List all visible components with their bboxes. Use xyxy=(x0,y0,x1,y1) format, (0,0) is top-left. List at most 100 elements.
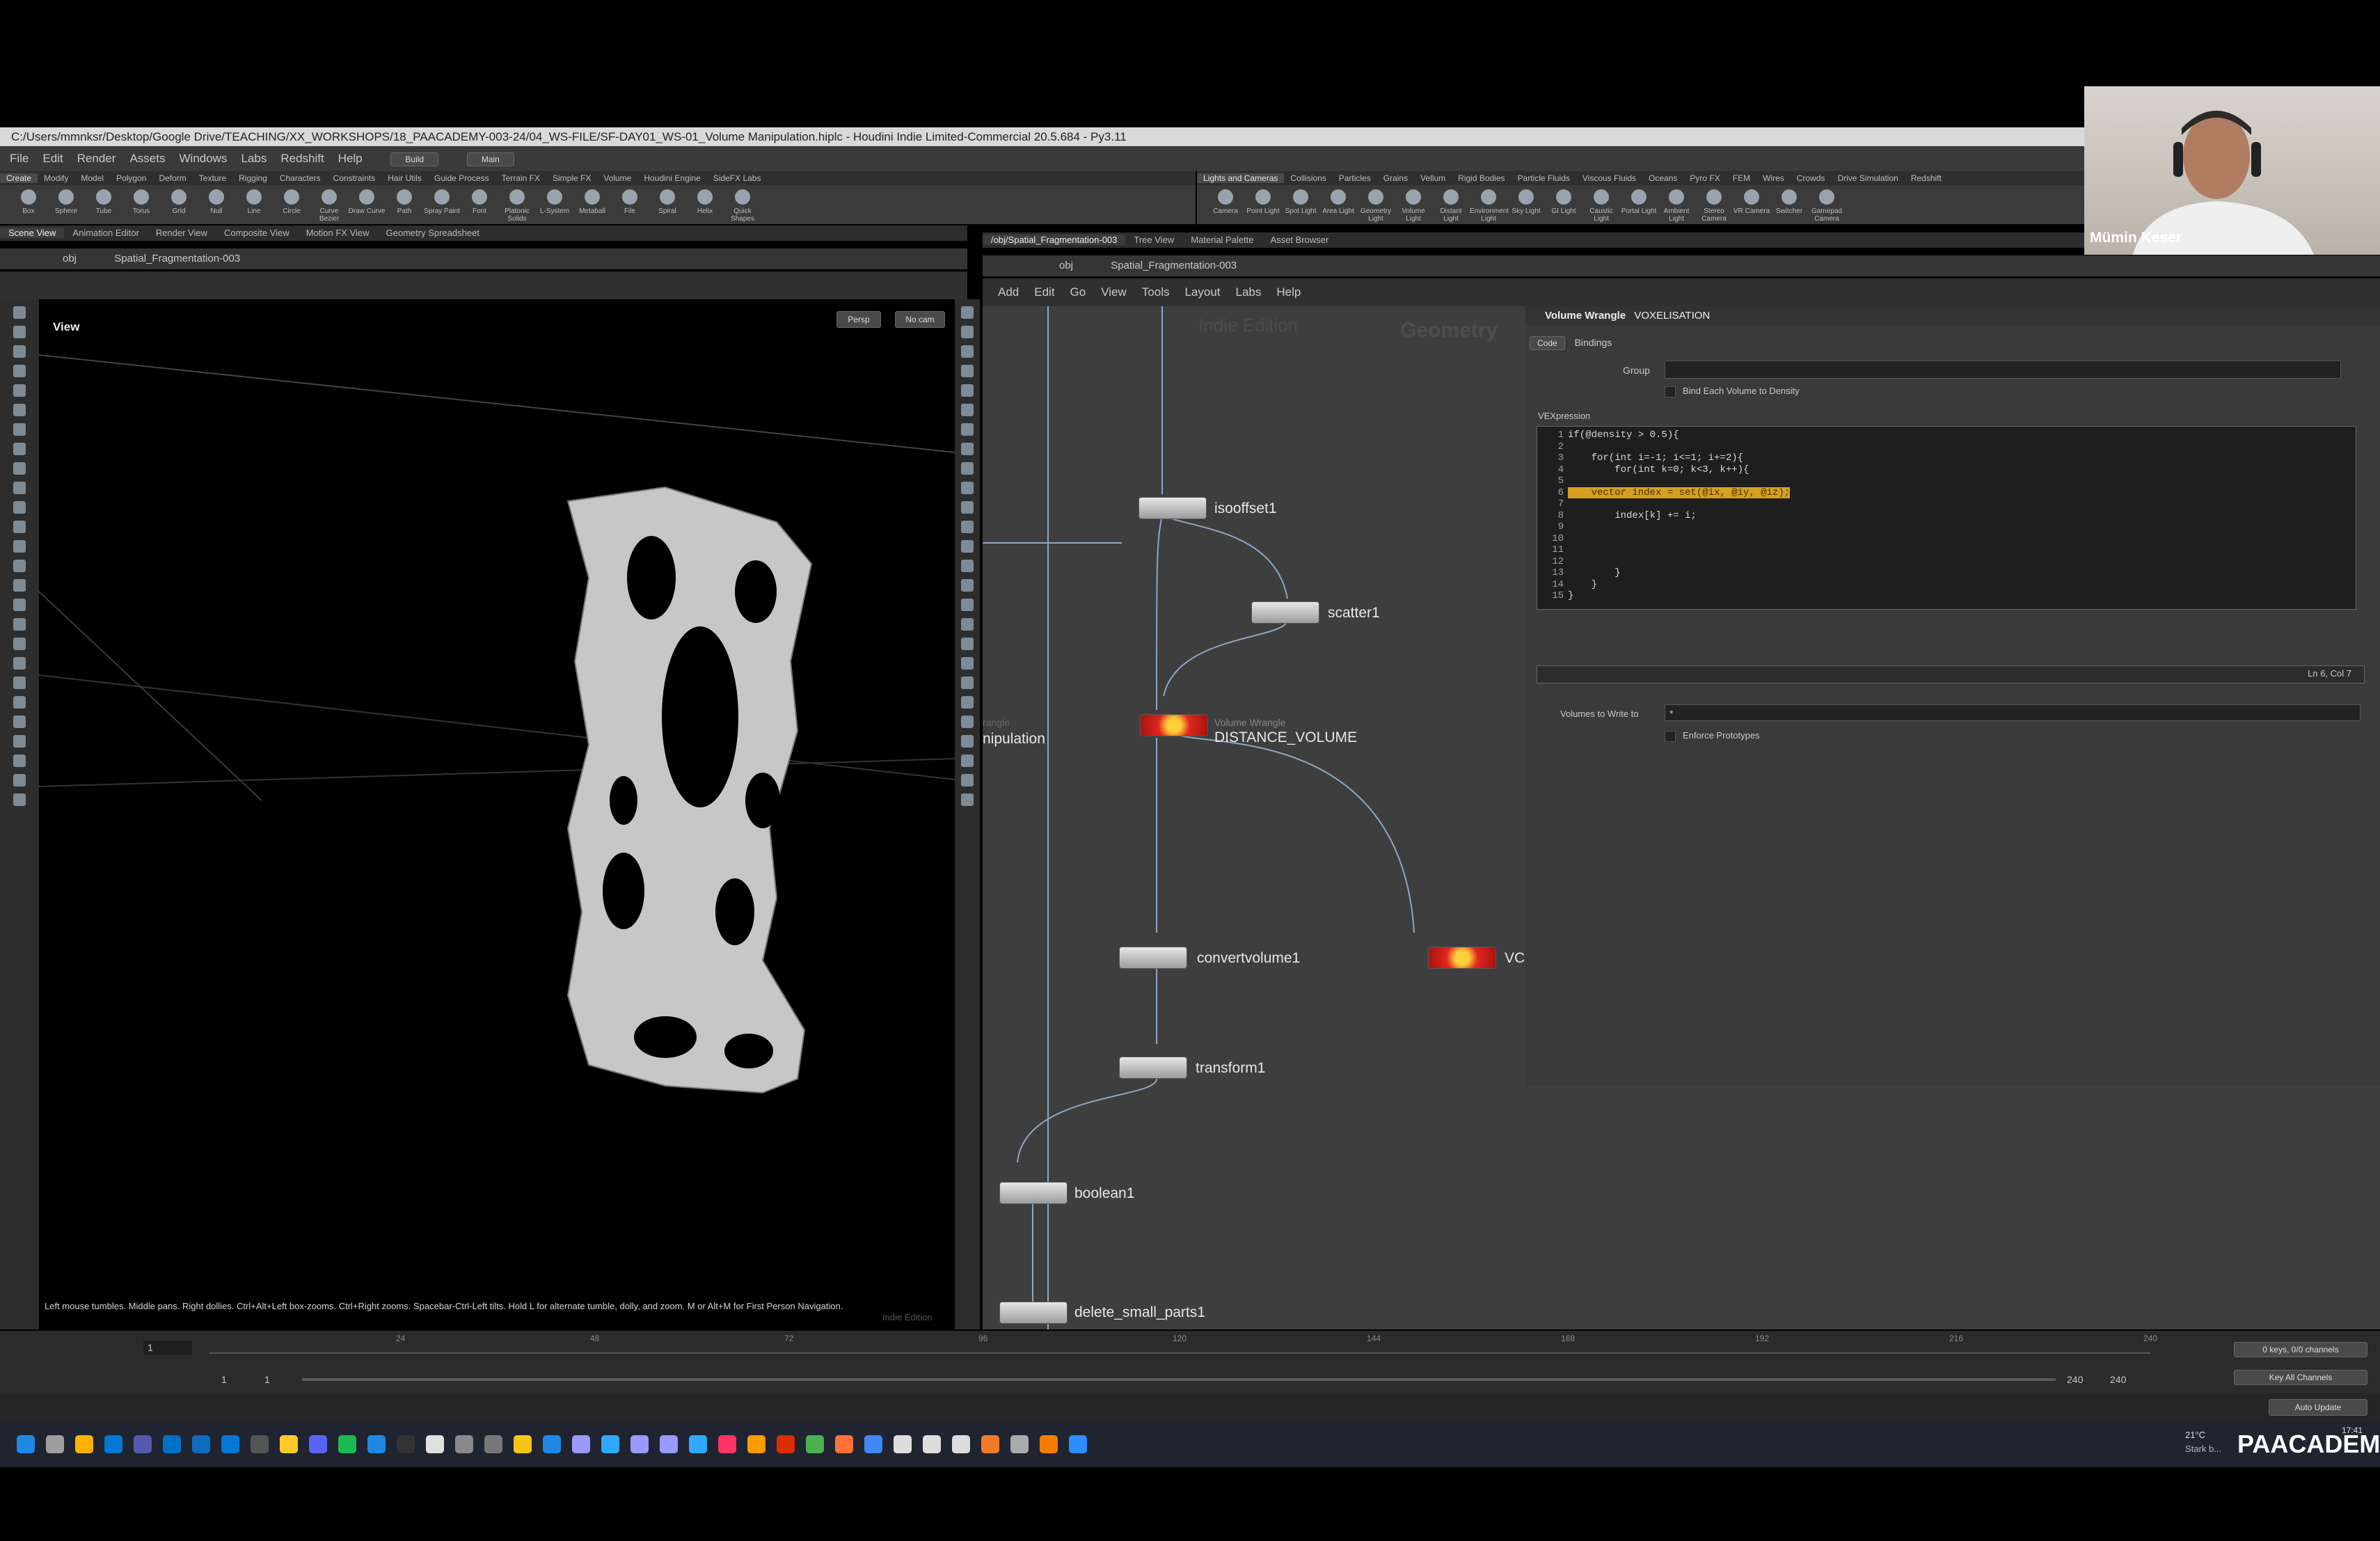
param-node-name[interactable]: VOXELISATION xyxy=(1634,310,1710,322)
rightStrip-tool-icon-0[interactable] xyxy=(961,306,974,319)
menu-assets[interactable]: Assets xyxy=(129,152,165,165)
leftStrip-tool-icon-1[interactable] xyxy=(13,326,26,338)
rightStrip-tool-icon-13[interactable] xyxy=(961,560,974,572)
rightStrip-tool-icon-20[interactable] xyxy=(961,696,974,709)
desktop-main-select[interactable]: Main xyxy=(466,152,514,166)
shelf-left-tab-12[interactable]: Simple FX xyxy=(546,173,597,183)
taskbar-app-icon-8[interactable] xyxy=(251,1435,269,1453)
shelf-tool-8[interactable]: Curve Bezier xyxy=(310,189,348,223)
scene-tab-0[interactable]: Scene View xyxy=(0,228,65,238)
leftStrip-tool-icon-4[interactable] xyxy=(13,384,26,397)
light-tool-11[interactable]: Portal Light xyxy=(1620,189,1658,223)
shelf-left-tab-8[interactable]: Constraints xyxy=(327,173,382,183)
shelf-right-tab-12[interactable]: Crowds xyxy=(1791,173,1832,183)
light-tool-12[interactable]: Ambient Light xyxy=(1658,189,1695,223)
light-tool-15[interactable]: Switcher xyxy=(1770,189,1808,223)
rightStrip-tool-icon-25[interactable] xyxy=(961,793,974,806)
shelf-right-tab-10[interactable]: FEM xyxy=(1727,173,1756,183)
taskbar-app-icon-9[interactable] xyxy=(280,1435,298,1453)
taskbar-app-icon-16[interactable] xyxy=(484,1435,502,1453)
light-tool-0[interactable]: Camera xyxy=(1207,189,1244,223)
network-menu-add[interactable]: Add xyxy=(998,285,1019,299)
leftStrip-tool-icon-14[interactable] xyxy=(13,579,26,592)
shelf-left-tab-13[interactable]: Volume xyxy=(597,173,637,183)
taskbar-app-icon-11[interactable] xyxy=(338,1435,356,1453)
node-transform1[interactable] xyxy=(1119,1057,1187,1079)
shelf-tool-9[interactable]: Draw Curve xyxy=(348,189,386,223)
network-tab-2[interactable]: Material Palette xyxy=(1182,235,1262,245)
shelf-tool-1[interactable]: Sphere xyxy=(47,189,85,223)
shelf-tool-14[interactable]: L-System xyxy=(536,189,573,223)
menu-file[interactable]: File xyxy=(10,152,29,165)
leftStrip-tool-icon-17[interactable] xyxy=(13,638,26,650)
shelf-right-tab-13[interactable]: Drive Simulation xyxy=(1831,173,1904,183)
taskbar-app-icon-25[interactable] xyxy=(747,1435,765,1453)
camera-menu[interactable]: No cam xyxy=(895,311,945,328)
shelf-right-tab-1[interactable]: Collisions xyxy=(1284,173,1332,183)
rightStrip-tool-icon-7[interactable] xyxy=(961,443,974,455)
light-tool-9[interactable]: GI Light xyxy=(1545,189,1582,223)
auto-update-button[interactable]: Auto Update xyxy=(2269,1399,2367,1416)
light-tool-3[interactable]: Area Light xyxy=(1319,189,1357,223)
shelf-left-tab-5[interactable]: Texture xyxy=(193,173,232,183)
shelf-tool-2[interactable]: Tube xyxy=(85,189,122,223)
key-all-channels-menu[interactable]: Key All Channels xyxy=(2234,1370,2367,1385)
leftStrip-tool-icon-24[interactable] xyxy=(13,774,26,787)
rightStrip-tool-icon-12[interactable] xyxy=(961,540,974,553)
shelf-tool-3[interactable]: Torus xyxy=(122,189,160,223)
leftStrip-tool-icon-3[interactable] xyxy=(13,365,26,377)
shelf-right-tab-0[interactable]: Lights and Cameras xyxy=(1197,173,1285,183)
light-tool-8[interactable]: Sky Light xyxy=(1507,189,1545,223)
rightStrip-tool-icon-24[interactable] xyxy=(961,774,974,787)
bind-density-checkbox[interactable] xyxy=(1665,386,1676,397)
leftStrip-tool-icon-20[interactable] xyxy=(13,696,26,709)
light-tool-6[interactable]: Distant Light xyxy=(1432,189,1470,223)
rightStrip-tool-icon-2[interactable] xyxy=(961,345,974,358)
shelf-left-tab-10[interactable]: Guide Process xyxy=(428,173,495,183)
taskbar-app-icon-17[interactable] xyxy=(514,1435,532,1453)
range-end[interactable]: 240 xyxy=(2067,1374,2083,1385)
tab-code[interactable]: Code xyxy=(1530,336,1565,350)
shelf-right-tab-5[interactable]: Rigid Bodies xyxy=(1452,173,1511,183)
rightStrip-tool-icon-6[interactable] xyxy=(961,423,974,436)
taskbar-app-icon-3[interactable] xyxy=(104,1435,122,1453)
network-editor-lower[interactable] xyxy=(1525,1086,2380,1329)
node-voxelisation[interactable] xyxy=(1428,947,1496,969)
tab-bindings[interactable]: Bindings xyxy=(1568,335,1619,349)
shelf-tool-15[interactable]: Metaball xyxy=(573,189,611,223)
network-menu-layout[interactable]: Layout xyxy=(1184,285,1220,299)
taskbar-app-icon-36[interactable] xyxy=(1069,1435,1087,1453)
taskbar-app-icon-6[interactable] xyxy=(192,1435,210,1453)
menu-render[interactable]: Render xyxy=(77,152,116,165)
network-menu-tools[interactable]: Tools xyxy=(1142,285,1170,299)
taskbar-app-icon-32[interactable] xyxy=(952,1435,970,1453)
shelf-left-tab-7[interactable]: Characters xyxy=(273,173,327,183)
leftStrip-tool-icon-18[interactable] xyxy=(13,657,26,670)
network-tab-1[interactable]: Tree View xyxy=(1125,235,1182,245)
shelf-tool-13[interactable]: Platonic Solids xyxy=(498,189,536,223)
network-menu-labs[interactable]: Labs xyxy=(1236,285,1262,299)
rightStrip-tool-icon-18[interactable] xyxy=(961,657,974,670)
rightStrip-tool-icon-8[interactable] xyxy=(961,462,974,475)
taskbar-app-icon-15[interactable] xyxy=(455,1435,473,1453)
taskbar-app-icon-2[interactable] xyxy=(75,1435,93,1453)
taskbar-app-icon-34[interactable] xyxy=(1010,1435,1029,1453)
taskbar-app-icon-1[interactable] xyxy=(46,1435,64,1453)
shelf-right-tab-7[interactable]: Viscous Fluids xyxy=(1576,173,1642,183)
taskbar-app-icon-26[interactable] xyxy=(777,1435,795,1453)
taskbar-app-icon-19[interactable] xyxy=(572,1435,590,1453)
taskbar-app-icon-33[interactable] xyxy=(981,1435,999,1453)
node-distance-volume[interactable] xyxy=(1140,714,1208,736)
rightStrip-tool-icon-21[interactable] xyxy=(961,716,974,728)
taskbar-app-icon-31[interactable] xyxy=(923,1435,941,1453)
scene-tab-3[interactable]: Composite View xyxy=(216,228,298,238)
node-convertvolume1[interactable] xyxy=(1119,947,1187,969)
taskbar-app-icon-7[interactable] xyxy=(221,1435,239,1453)
rightStrip-tool-icon-1[interactable] xyxy=(961,326,974,338)
shelf-tool-18[interactable]: Helix xyxy=(686,189,724,223)
taskbar-app-icon-24[interactable] xyxy=(718,1435,736,1453)
network-menu-go[interactable]: Go xyxy=(1070,285,1086,299)
shelf-tool-17[interactable]: Spiral xyxy=(649,189,686,223)
leftStrip-tool-icon-7[interactable] xyxy=(13,443,26,455)
leftStrip-tool-icon-25[interactable] xyxy=(13,793,26,806)
